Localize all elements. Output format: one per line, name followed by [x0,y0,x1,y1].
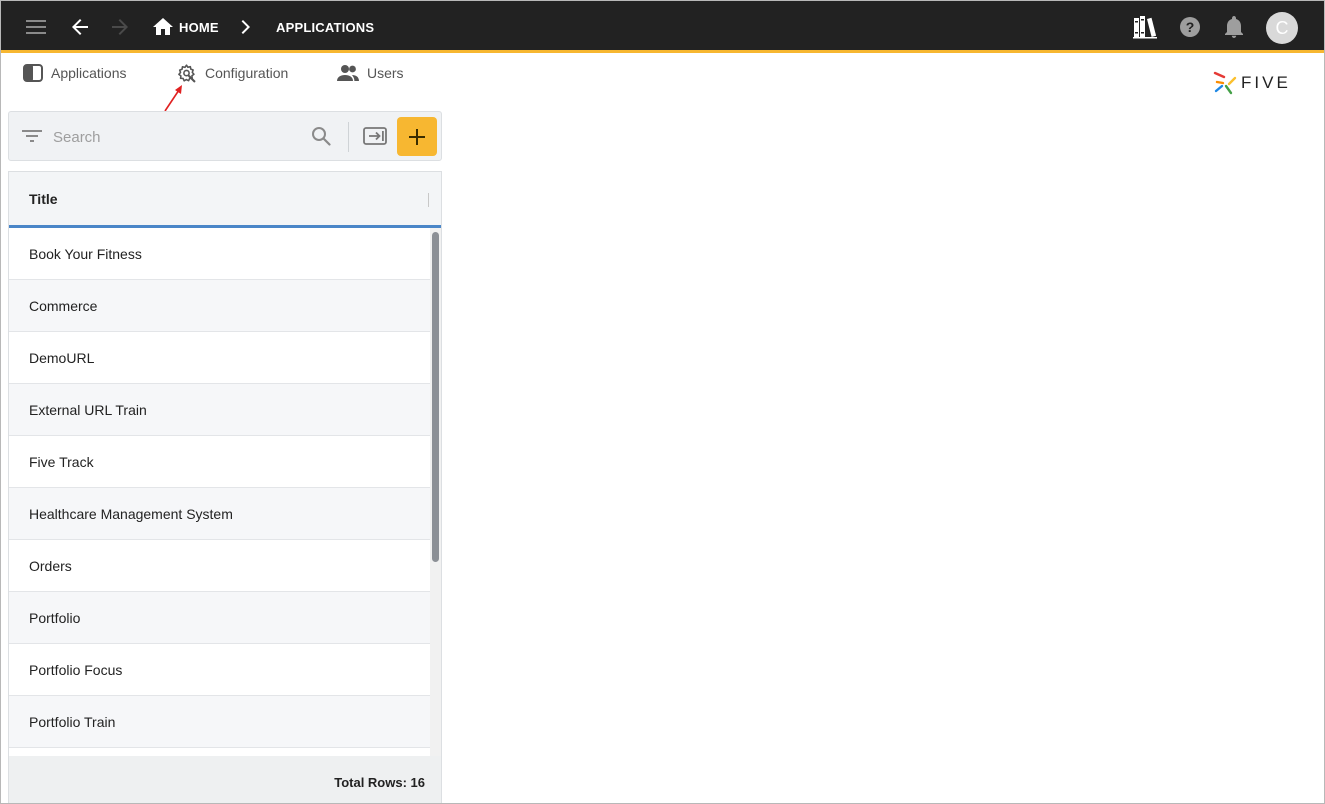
tab-users[interactable]: Users [337,61,404,85]
five-logo-mark-icon [1213,71,1237,95]
table-row[interactable]: External URL Train [9,384,430,436]
tab-applications-label: Applications [51,65,127,81]
users-icon [337,65,359,81]
top-app-bar: HOME APPLICATIONS ? C [1,1,1324,53]
applications-table: Title Book Your Fitness Commerce DemoURL… [8,171,442,803]
help-icon[interactable]: ? [1176,13,1204,41]
chevron-right-icon [232,13,260,41]
tab-applications[interactable]: Applications [23,61,127,85]
column-resize-handle[interactable] [428,193,429,207]
five-logo-text: FIVE [1241,73,1291,92]
plus-icon [409,128,425,145]
search-toolbar [8,111,442,161]
tab-users-label: Users [367,65,404,81]
home-icon[interactable] [149,13,177,41]
table-footer: Total Rows: 16 [9,756,441,803]
table-row[interactable]: Portfolio [9,592,430,644]
breadcrumb-home[interactable]: HOME [179,20,219,35]
search-icon[interactable] [311,126,331,151]
table-row[interactable]: Orders [9,540,430,592]
total-rows: Total Rows: 16 [334,775,425,790]
arrow-left-icon[interactable] [66,13,94,41]
table-row[interactable]: DemoURL [9,332,430,384]
arrow-right-icon[interactable] [106,13,134,41]
books-icon[interactable] [1131,13,1159,41]
table-row[interactable]: Portfolio Train [9,696,430,748]
add-button[interactable] [397,117,437,156]
import-icon[interactable] [363,126,387,151]
table-row[interactable]: Commerce [9,280,430,332]
table-row[interactable]: Portfolio Focus [9,644,430,696]
scrollbar-thumb[interactable] [432,232,439,562]
column-header-title[interactable]: Title [29,191,58,207]
toolbar-divider [348,122,349,152]
filter-icon[interactable] [22,128,42,149]
table-row[interactable]: Five Track [9,436,430,488]
breadcrumb-applications[interactable]: APPLICATIONS [276,20,374,35]
table-body: Book Your Fitness Commerce DemoURL Exter… [9,228,430,748]
hamburger-menu-icon[interactable] [22,13,50,41]
svg-text:?: ? [1186,19,1195,35]
annotation-arrow [164,85,182,112]
table-row[interactable]: Book Your Fitness [9,228,430,280]
bell-icon[interactable] [1220,13,1248,41]
app-window: HOME APPLICATIONS ? C Applications Confi… [0,0,1325,804]
tab-configuration[interactable]: Configuration [176,61,288,85]
table-header: Title [9,172,441,228]
scrollbar[interactable] [430,228,441,756]
tab-configuration-label: Configuration [205,65,289,81]
avatar[interactable]: C [1266,12,1298,44]
search-input[interactable] [53,125,303,149]
gear-wrench-icon [178,63,196,82]
five-logo: FIVE [1213,71,1291,95]
applications-icon [23,64,43,82]
table-row[interactable]: Healthcare Management System [9,488,430,540]
